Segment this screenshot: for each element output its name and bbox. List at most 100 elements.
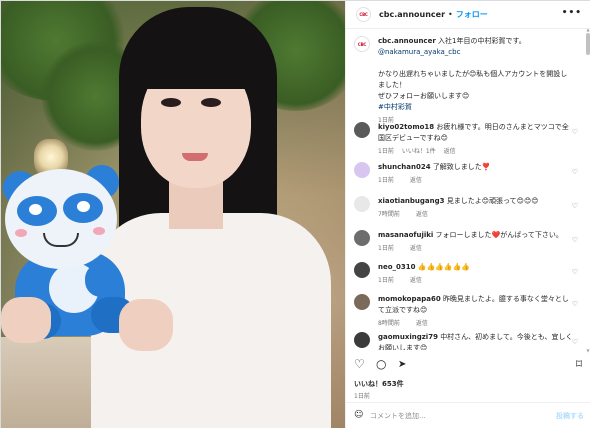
comment-box: ☺ 投稿する (346, 402, 590, 428)
commenter-username[interactable]: masanaofujiki (378, 231, 433, 239)
comment-meta: 8時間前 返信 (378, 318, 574, 329)
comment-time: 7時間前 (378, 211, 400, 218)
mascot-cheek (93, 227, 105, 235)
post-date: 1日前 (354, 393, 370, 400)
likes-count[interactable]: いいね！653件 (354, 379, 404, 389)
comment-text: kiyo02tomo18 お疲れ様です。明日のさんまとマツコで全国区デビューです… (378, 122, 574, 157)
comment-meta: 1日前 返信 (378, 275, 574, 286)
comment-time: 1日前 (378, 148, 394, 155)
comment-row: xiaotianbugang3 見ましたよ😊頑張って😊😊😊 7時間前 返信 ♡ (354, 196, 586, 224)
scroll-up-icon[interactable]: ▲ (586, 27, 590, 32)
photo-person-lips (182, 153, 208, 161)
comment-meta: 7時間前 返信 (378, 209, 574, 220)
caption-avatar-logo: CBC (357, 41, 367, 47)
comment-row: kiyo02tomo18 お疲れ様です。明日のさんまとマツコで全国区デビューです… (354, 122, 586, 158)
reply-button[interactable]: 返信 (444, 148, 456, 155)
like-icon[interactable]: ♡ (354, 357, 365, 371)
commenter-username[interactable]: momokopapa60 (378, 295, 441, 303)
mascot-pupil (29, 204, 42, 215)
comments-scroll-area[interactable]: CBC cbc.announcer 入社1年目の中村彩賀です。 @nakamur… (346, 30, 586, 350)
comment-row: neo_0310 👍👍👍👍👍👍 1日前 返信 ♡ (354, 262, 586, 290)
reply-button[interactable]: 返信 (416, 211, 428, 218)
comment-input[interactable] (370, 409, 550, 423)
comment-like-icon[interactable]: ♡ (572, 168, 578, 176)
header-separator: • (448, 10, 453, 19)
comment-body: 見ましたよ😊頑張って😊😊😊 (446, 197, 539, 205)
comment-like-icon[interactable]: ♡ (572, 268, 578, 276)
commenter-username[interactable]: gaomuxingzi79 (378, 333, 438, 341)
comment-row: masanaofujiki フォローしました❤️がんばって下さい。 1日前 返信 ♡ (354, 230, 586, 258)
author-avatar[interactable]: CBC (356, 7, 371, 22)
comment-likes[interactable]: いいね！1件 (402, 148, 436, 155)
post-window: CBC cbc.announcer • フォロー ••• CBC cbc.ann… (0, 0, 590, 428)
comment-time: 8時間前 (378, 320, 400, 327)
more-options-icon[interactable]: ••• (562, 8, 582, 18)
photo-person-hand (1, 297, 51, 343)
caption-hashtag[interactable]: #中村彩賀 (378, 103, 412, 111)
comment-text: shunchan024 了解致しました❣️ 1日前 返信 (378, 162, 574, 186)
caption-mention[interactable]: @nakamura_ayaka_cbc (378, 48, 460, 56)
commenter-avatar[interactable] (354, 332, 370, 348)
reply-button[interactable]: 返信 (416, 320, 428, 327)
share-icon[interactable]: ➤ (398, 359, 406, 370)
caption-line2: かなり出遅れちゃいましたが😊私も個人アカウントを開設しました！ (378, 70, 568, 89)
photo-person-hand (119, 299, 173, 351)
post-actions: ♡ ○ ➤ ⌑ (346, 353, 590, 377)
mascot-pupil (77, 201, 90, 212)
commenter-avatar[interactable] (354, 162, 370, 178)
commenter-avatar[interactable] (354, 122, 370, 138)
caption-line1: 入社1年目の中村彩賀です。 (438, 37, 526, 45)
comment-time: 1日前 (378, 177, 394, 184)
comment-time: 1日前 (378, 277, 394, 284)
comment-row: shunchan024 了解致しました❣️ 1日前 返信 ♡ (354, 162, 586, 190)
commenter-username[interactable]: xiaotianbugang3 (378, 197, 445, 205)
comments-scrollbar[interactable]: ▲ ▼ (586, 27, 590, 353)
commenter-username[interactable]: neo_0310 (378, 263, 416, 271)
post-photo[interactable] (1, 1, 345, 428)
comment-icon[interactable]: ○ (376, 357, 386, 371)
follow-button[interactable]: フォロー (456, 9, 488, 20)
comment-like-icon[interactable]: ♡ (572, 338, 578, 346)
comment-like-icon[interactable]: ♡ (572, 202, 578, 210)
commenter-avatar[interactable] (354, 230, 370, 246)
mascot-cheek (15, 229, 27, 237)
comment-row: gaomuxingzi79 中村さん、初めまして。今後とも、宜しくお願いします😊… (354, 332, 586, 350)
commenter-avatar[interactable] (354, 196, 370, 212)
caption: CBC cbc.announcer 入社1年目の中村彩賀です。 @nakamur… (354, 36, 586, 124)
comment-meta: 1日前 返信 (378, 175, 574, 186)
reply-button[interactable]: 返信 (410, 277, 422, 284)
comment-like-icon[interactable]: ♡ (572, 300, 578, 308)
comment-text: xiaotianbugang3 見ましたよ😊頑張って😊😊😊 7時間前 返信 (378, 196, 574, 220)
photo-person-eye (201, 98, 221, 107)
scrollbar-thumb[interactable] (586, 33, 590, 55)
comment-like-icon[interactable]: ♡ (572, 236, 578, 244)
comment-text: gaomuxingzi79 中村さん、初めまして。今後とも、宜しくお願いします😊 (378, 332, 574, 350)
photo-person-neck (169, 181, 223, 229)
author-avatar-logo: CBC (359, 12, 368, 17)
comment-meta: 1日前 返信 (378, 243, 574, 254)
comment-text: masanaofujiki フォローしました❤️がんばって下さい。 1日前 返信 (378, 230, 574, 254)
comment-body: フォローしました❤️がんばって下さい。 (435, 231, 563, 239)
post-side-panel: CBC cbc.announcer • フォロー ••• CBC cbc.ann… (345, 1, 590, 428)
caption-text: cbc.announcer 入社1年目の中村彩賀です。 @nakamura_ay… (378, 36, 574, 126)
emoji-icon[interactable]: ☺ (354, 410, 363, 420)
post-comment-button[interactable]: 投稿する (556, 411, 584, 421)
comment-like-icon[interactable]: ♡ (572, 128, 578, 136)
comment-body: 了解致しました❣️ (432, 163, 491, 171)
comment-text: neo_0310 👍👍👍👍👍👍 1日前 返信 (378, 262, 574, 286)
post-header: CBC cbc.announcer • フォロー ••• (346, 1, 590, 29)
mascot-arm (85, 263, 119, 297)
caption-line3: ぜひフォローお願いします😊 (378, 92, 470, 100)
commenter-avatar[interactable] (354, 262, 370, 278)
commenter-avatar[interactable] (354, 294, 370, 310)
caption-avatar[interactable]: CBC (354, 36, 370, 52)
reply-button[interactable]: 返信 (410, 245, 422, 252)
reply-button[interactable]: 返信 (410, 177, 422, 184)
commenter-username[interactable]: shunchan024 (378, 163, 431, 171)
author-username[interactable]: cbc.announcer (379, 10, 445, 19)
caption-author[interactable]: cbc.announcer (378, 37, 436, 45)
commenter-username[interactable]: kiyo02tomo18 (378, 123, 434, 131)
bookmark-icon[interactable]: ⌑ (576, 357, 582, 371)
comment-row: momokopapa60 昨晩見ましたよ。臆する事なく堂々として立派ですね😊 8時… (354, 294, 586, 328)
comment-text: momokopapa60 昨晩見ましたよ。臆する事なく堂々として立派ですね😊 8時… (378, 294, 574, 329)
